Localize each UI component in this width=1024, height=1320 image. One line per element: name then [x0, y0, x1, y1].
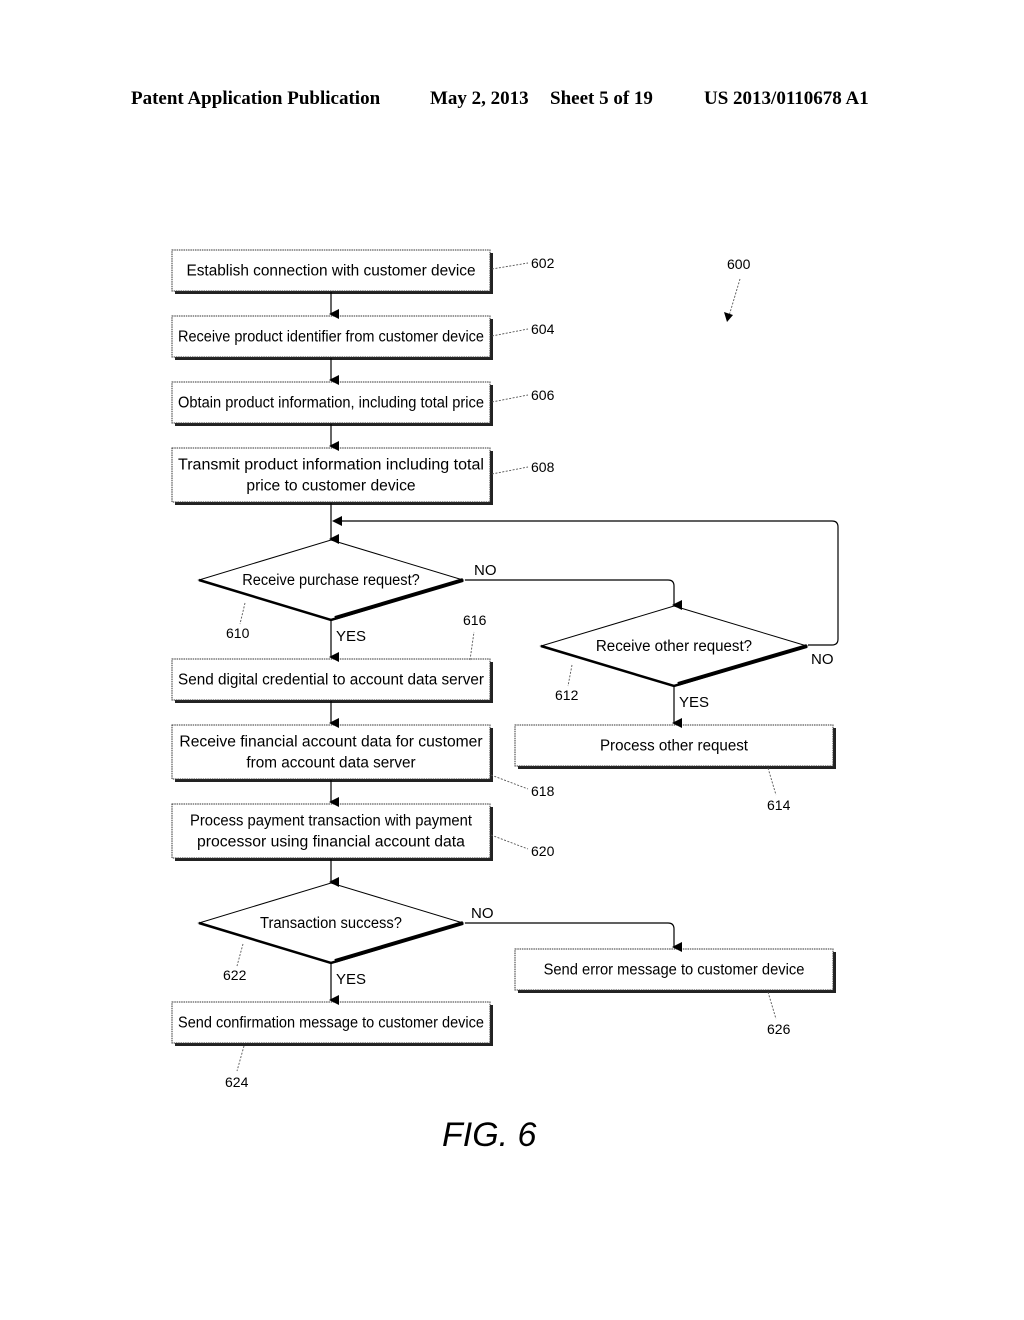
process-box-602: Establish connection with customer devic… — [171, 249, 493, 294]
ref-620: 620 — [531, 843, 555, 859]
process-box-text: Process other request — [600, 738, 749, 755]
process-box-text: Send error message to customer device — [544, 962, 805, 979]
process-box-606: Obtain product information, including to… — [171, 381, 493, 426]
ref-608: 608 — [531, 459, 555, 475]
label-610-no: NO — [474, 562, 497, 579]
decision-text: Receive other request? — [596, 638, 753, 655]
process-box-624: Send confirmation message to customer de… — [171, 1001, 493, 1046]
ref-612: 612 — [555, 687, 579, 703]
ref-600-arrowhead — [724, 312, 733, 322]
process-box-616: Send digital credential to account data … — [171, 658, 493, 703]
label-612-no: NO — [811, 651, 834, 668]
process-box-text: Process payment transaction with payment — [190, 813, 473, 830]
process-box-text: Send confirmation message to customer de… — [178, 1015, 484, 1032]
label-622-yes: YES — [336, 971, 366, 988]
label-622-no: NO — [471, 905, 494, 922]
label-610-yes: YES — [336, 628, 366, 645]
process-box-text: from account data server — [246, 755, 415, 772]
process-box-604: Receive product identifier from customer… — [171, 315, 493, 360]
decision-text: Receive purchase request? — [242, 572, 420, 589]
process-box-626: Send error message to customer device — [514, 948, 836, 993]
ref-610: 610 — [226, 625, 250, 641]
decision-diamond-622: Transaction success? — [197, 882, 465, 965]
process-box-text: Receive financial account data for custo… — [179, 734, 482, 751]
ref-600: 600 — [727, 256, 751, 272]
process-box-text: Receive product identifier from customer… — [178, 329, 484, 346]
ref-606: 606 — [531, 387, 555, 403]
decision-diamond-610: Receive purchase request? — [197, 539, 465, 622]
ref-614: 614 — [767, 797, 791, 813]
process-box-608: Transmit product information including t… — [171, 447, 493, 505]
decision-text: Transaction success? — [260, 915, 402, 932]
process-box-618: Receive financial account data for custo… — [171, 724, 493, 782]
ref-604: 604 — [531, 321, 555, 337]
process-box-text: Obtain product information, including to… — [178, 395, 484, 412]
ref-626: 626 — [767, 1021, 791, 1037]
process-box-text: Send digital credential to account data … — [178, 672, 484, 689]
process-box-620: Process payment transaction with payment… — [171, 803, 493, 861]
process-box-text: Establish connection with customer devic… — [186, 263, 475, 280]
ref-616: 616 — [463, 612, 487, 628]
flowchart: Establish connection with customer devic… — [171, 249, 839, 1154]
figure-label: FIG. 6 — [442, 1116, 537, 1154]
label-612-yes: YES — [679, 694, 709, 711]
ref-624: 624 — [225, 1074, 249, 1090]
process-box-text: price to customer device — [246, 478, 415, 495]
process-box-text: processor using financial account data — [197, 834, 465, 851]
ref-602: 602 — [531, 255, 555, 271]
arrow-610-612 — [465, 579, 682, 610]
process-box-text: Transmit product information including t… — [178, 457, 484, 474]
arrow-622-626 — [465, 922, 682, 952]
ref-622: 622 — [223, 967, 247, 983]
process-box-614: Process other request — [514, 724, 836, 769]
decision-diamond-612: Receive other request? — [539, 605, 809, 688]
ref-618: 618 — [531, 783, 555, 799]
